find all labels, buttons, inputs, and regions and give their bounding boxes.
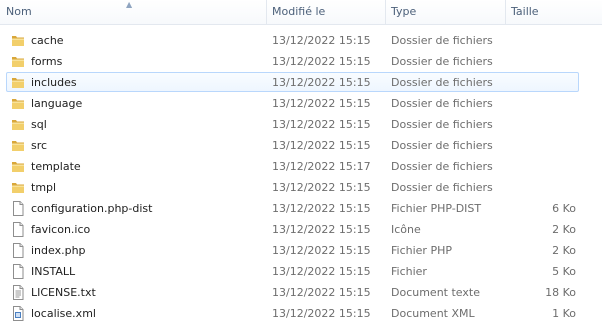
- file-row-license-txt[interactable]: LICENSE.txt 13/12/2022 15:15 Document text…: [0, 282, 602, 303]
- xml-document-icon: [11, 306, 25, 321]
- file-modified-date: 13/12/2022 15:17: [272, 160, 371, 173]
- file-modified-date: 13/12/2022 15:15: [272, 139, 371, 152]
- file-row-index-php[interactable]: index.php 13/12/2022 15:15 Fichier PHP 2 Ko: [0, 240, 602, 261]
- file-modified-date: 13/12/2022 15:15: [272, 34, 371, 47]
- document-icon: [11, 243, 25, 258]
- column-header-modified-label: Modifié le: [272, 5, 326, 18]
- file-modified-date: 13/12/2022 15:15: [272, 265, 371, 278]
- file-name: localise.xml: [31, 307, 96, 320]
- file-row-template[interactable]: template 13/12/2022 15:17 Dossier de fichi…: [0, 156, 602, 177]
- document-icon: [11, 201, 25, 216]
- file-name: src: [31, 139, 48, 152]
- file-size: 1 Ko: [552, 307, 576, 320]
- file-name: INSTALL: [31, 265, 76, 278]
- column-header-size-label: Taille: [511, 5, 539, 18]
- file-size: 5 Ko: [552, 265, 576, 278]
- column-header-type[interactable]: Type: [385, 0, 505, 24]
- folder-icon: [11, 117, 25, 132]
- file-modified-date: 13/12/2022 15:15: [272, 76, 371, 89]
- file-row-localise-xml[interactable]: localise.xml 13/12/2022 15:15 Document XML…: [0, 303, 602, 324]
- file-modified-date: 13/12/2022 15:15: [272, 223, 371, 236]
- file-name: template: [31, 160, 81, 173]
- file-row-tmpl[interactable]: tmpl 13/12/2022 15:15 Dossier de fichiers: [0, 177, 602, 198]
- file-row-configuration-php-dist[interactable]: configuration.php-dist 13/12/2022 15:15 Fi…: [0, 198, 602, 219]
- file-modified-date: 13/12/2022 15:15: [272, 244, 371, 257]
- file-type: Dossier de fichiers: [391, 139, 493, 152]
- column-header-name[interactable]: Nom: [0, 0, 266, 24]
- file-name: cache: [31, 34, 64, 47]
- file-row-cache[interactable]: cache 13/12/2022 15:15 Dossier de fichiers: [0, 30, 602, 51]
- file-type: Dossier de fichiers: [391, 181, 493, 194]
- file-size: 2 Ko: [552, 244, 576, 257]
- file-type: Document texte: [391, 286, 480, 299]
- file-type: Dossier de fichiers: [391, 118, 493, 131]
- file-type: Fichier: [391, 265, 427, 278]
- text-document-icon: [11, 285, 25, 300]
- column-header-size[interactable]: Taille: [505, 0, 602, 24]
- column-header-bar: Nom ▲ Modifié le Type Taille: [0, 0, 602, 25]
- folder-icon: [11, 180, 25, 195]
- file-type: Dossier de fichiers: [391, 55, 493, 68]
- file-row-language[interactable]: language 13/12/2022 15:15 Dossier de fichi…: [0, 93, 602, 114]
- file-name: index.php: [31, 244, 86, 257]
- sort-ascending-icon: ▲: [126, 0, 133, 9]
- file-row-sql[interactable]: sql 13/12/2022 15:15 Dossier de fichiers: [0, 114, 602, 135]
- column-header-type-label: Type: [391, 5, 417, 18]
- file-list: cache 13/12/2022 15:15 Dossier de fichiers…: [0, 30, 602, 324]
- file-name: sql: [31, 118, 47, 131]
- file-row-favicon-ico[interactable]: favicon.ico 13/12/2022 15:15 Icône 2 Ko: [0, 219, 602, 240]
- folder-icon: [11, 96, 25, 111]
- file-type: Fichier PHP: [391, 244, 452, 257]
- file-name: tmpl: [31, 181, 57, 194]
- folder-icon: [11, 75, 25, 90]
- file-modified-date: 13/12/2022 15:15: [272, 307, 371, 320]
- folder-icon: [11, 159, 25, 174]
- file-row-includes[interactable]: includes 13/12/2022 15:15 Dossier de fichi…: [0, 72, 602, 93]
- document-icon: [11, 264, 25, 279]
- folder-icon: [11, 54, 25, 69]
- file-name: configuration.php-dist: [31, 202, 153, 215]
- file-modified-date: 13/12/2022 15:15: [272, 202, 371, 215]
- file-explorer-list: Nom ▲ Modifié le Type Taille cache 13/12/…: [0, 0, 602, 334]
- column-header-name-label: Nom: [6, 5, 32, 18]
- file-name: forms: [31, 55, 63, 68]
- file-row-install[interactable]: INSTALL 13/12/2022 15:15 Fichier 5 Ko: [0, 261, 602, 282]
- column-header-modified[interactable]: Modifié le: [266, 0, 385, 24]
- file-type: Document XML: [391, 307, 475, 320]
- file-type: Icône: [391, 223, 421, 236]
- file-type: Dossier de fichiers: [391, 34, 493, 47]
- file-row-forms[interactable]: forms 13/12/2022 15:15 Dossier de fichiers: [0, 51, 602, 72]
- file-type: Fichier PHP-DIST: [391, 202, 482, 215]
- file-modified-date: 13/12/2022 15:15: [272, 118, 371, 131]
- folder-icon: [11, 33, 25, 48]
- file-name: language: [31, 97, 83, 110]
- file-modified-date: 13/12/2022 15:15: [272, 97, 371, 110]
- file-name: LICENSE.txt: [31, 286, 96, 299]
- file-size: 2 Ko: [552, 223, 576, 236]
- file-modified-date: 13/12/2022 15:15: [272, 55, 371, 68]
- file-name: includes: [31, 76, 77, 89]
- file-name: favicon.ico: [31, 223, 91, 236]
- file-modified-date: 13/12/2022 15:15: [272, 181, 371, 194]
- file-size: 18 Ko: [545, 286, 576, 299]
- folder-icon: [11, 138, 25, 153]
- file-type: Dossier de fichiers: [391, 76, 493, 89]
- file-row-src[interactable]: src 13/12/2022 15:15 Dossier de fichiers: [0, 135, 602, 156]
- file-modified-date: 13/12/2022 15:15: [272, 286, 371, 299]
- file-type: Dossier de fichiers: [391, 97, 493, 110]
- file-size: 6 Ko: [552, 202, 576, 215]
- document-icon: [11, 222, 25, 237]
- file-type: Dossier de fichiers: [391, 160, 493, 173]
